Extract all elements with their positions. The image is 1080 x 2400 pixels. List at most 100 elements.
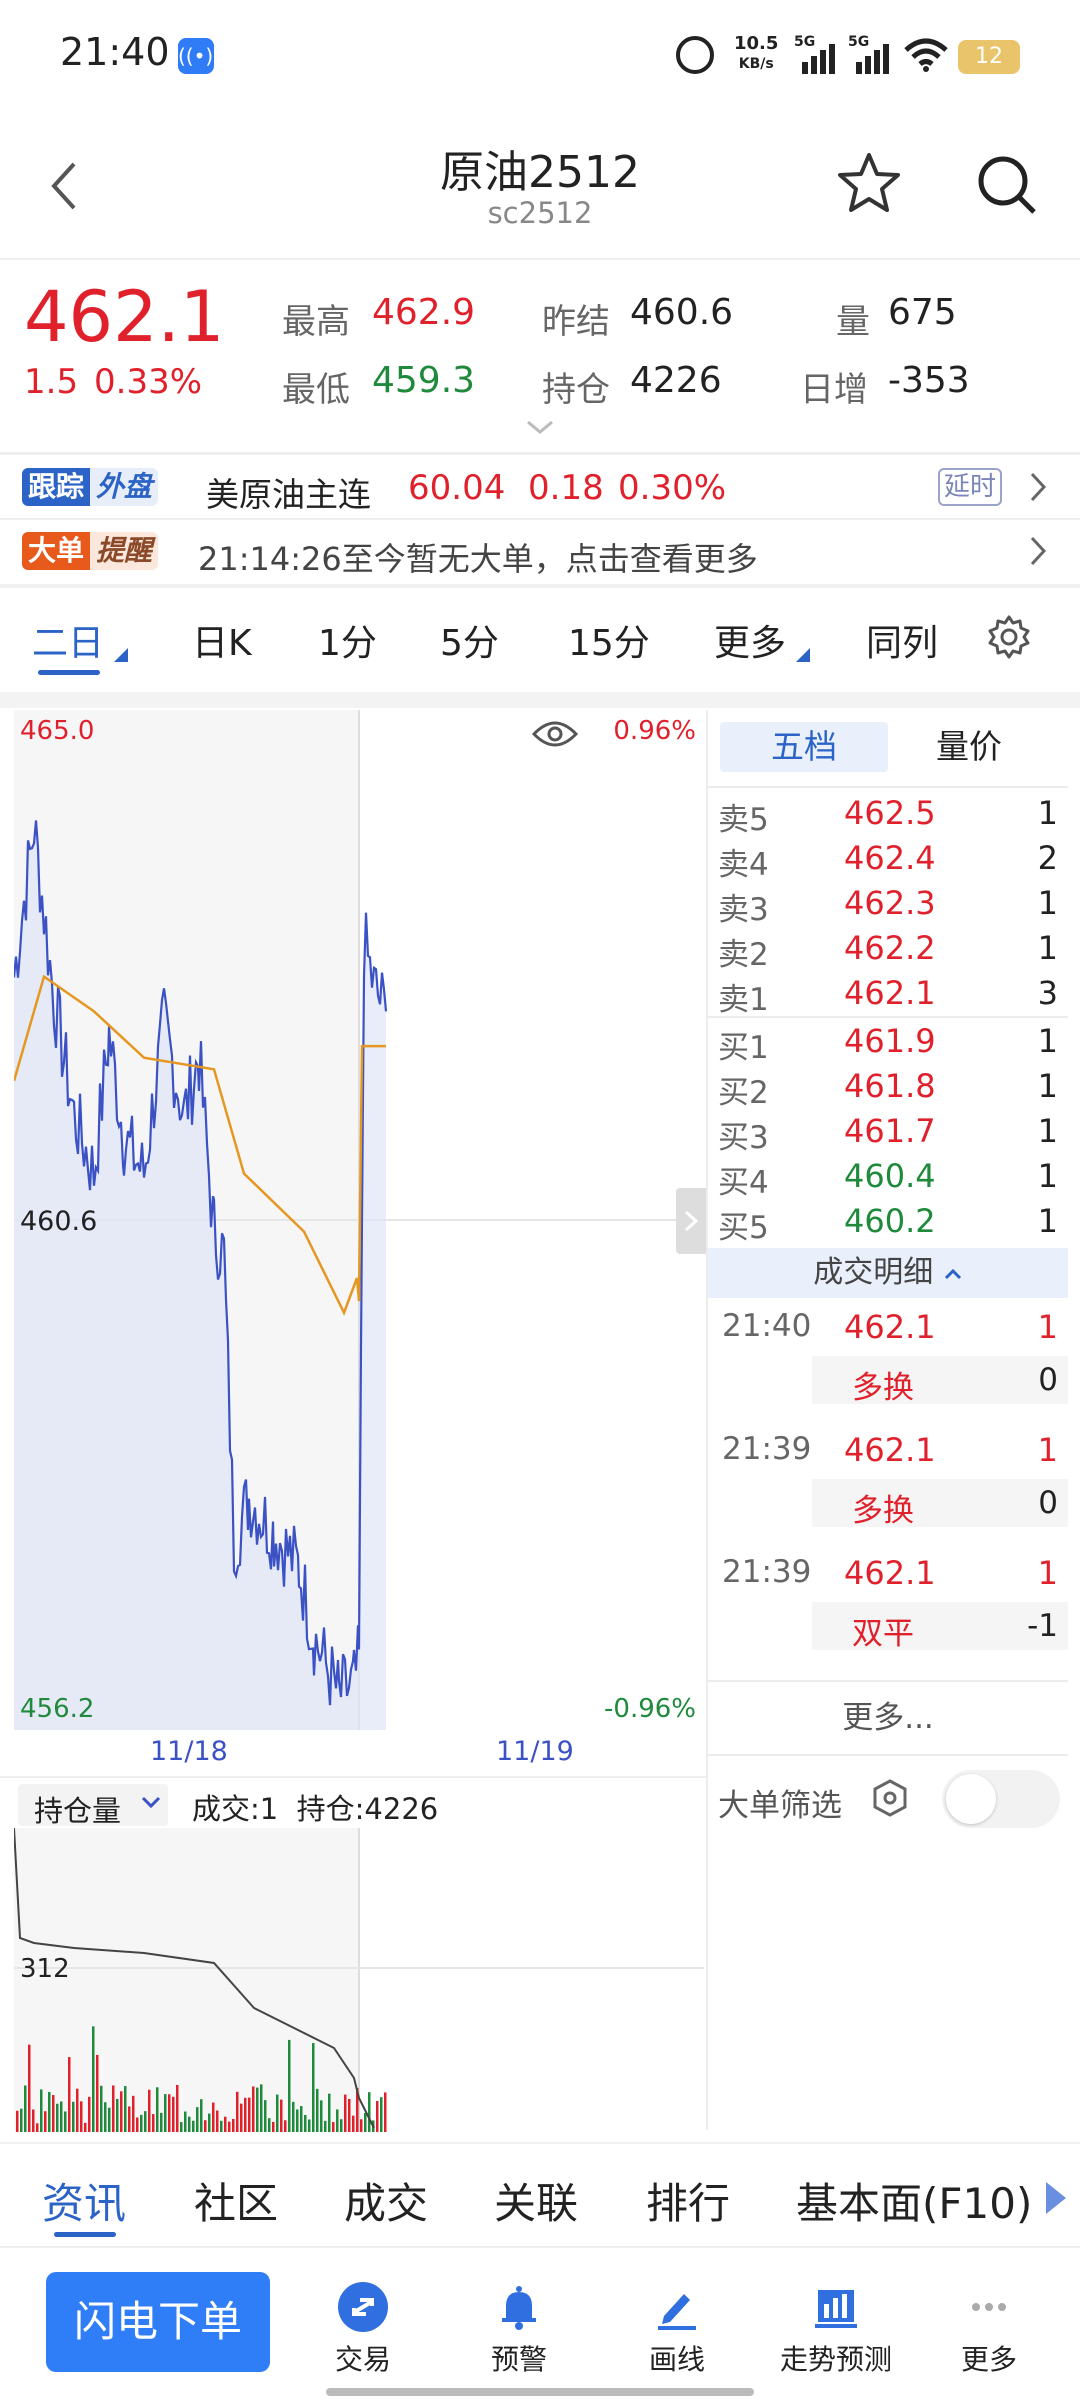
book-level-label: 买5 (718, 1210, 769, 1246)
flash-order-button[interactable]: 闪电下单 (46, 2272, 270, 2372)
more-trades-link[interactable]: 更多... (708, 1692, 1068, 1737)
volume-bar (336, 2109, 339, 2132)
book-level-label: 卖2 (718, 937, 769, 973)
trade-type: 多换 (852, 1493, 914, 1529)
tab-15min[interactable]: 15分 (568, 614, 650, 666)
volume-bar (292, 2101, 295, 2132)
volume-bar (96, 2054, 99, 2132)
book-level-label: 卖4 (718, 847, 769, 883)
star-icon[interactable] (836, 150, 902, 216)
trades-header[interactable]: 成交明细 (708, 1248, 1068, 1298)
volume-bar (204, 2120, 207, 2132)
order-book-row: 买2 461.8 1 (708, 1063, 1068, 1111)
volume-bar (84, 2122, 87, 2132)
tab-five-level[interactable]: 五档 (720, 722, 888, 772)
tab-1min[interactable]: 1分 (318, 614, 377, 666)
bottom-tabs: 资讯 社区 成交 关联 排行 基本面(F10) (0, 2146, 1080, 2246)
volume-bar (220, 2120, 223, 2132)
trade-oi-change: 0 (1038, 1362, 1058, 1398)
tab-compare[interactable]: 同列 (866, 614, 938, 666)
tab-more[interactable]: 更多 (714, 614, 810, 666)
gear-icon[interactable] (986, 614, 1032, 660)
tab-volume-price[interactable]: 量价 (936, 722, 1002, 772)
volume-bar (352, 2115, 355, 2132)
hotspot-icon: ((•)) (178, 38, 221, 74)
volume-bar (208, 2113, 211, 2132)
tab-community[interactable]: 社区 (194, 2170, 278, 2231)
volume-bar (320, 2100, 323, 2132)
book-volume: 2 (1037, 839, 1058, 877)
signal-icon-2: 5G (848, 34, 890, 74)
tab-5min[interactable]: 5分 (440, 614, 499, 666)
volume-bar (80, 2101, 83, 2132)
volume-bar (72, 2101, 75, 2132)
tab-trades[interactable]: 成交 (344, 2170, 428, 2231)
book-level-label: 卖1 (718, 982, 769, 1018)
volume-bar (340, 2119, 343, 2132)
volume-bar (188, 2116, 191, 2132)
more-dots-icon (964, 2282, 1014, 2332)
volume-bar (256, 2087, 259, 2132)
volume-bar (52, 2095, 55, 2132)
eye-icon[interactable] (532, 718, 578, 750)
scroll-right-triangle-icon[interactable] (1046, 2182, 1066, 2214)
book-level-label: 买4 (718, 1165, 769, 1201)
net-speed-unit: KB/s (738, 56, 774, 72)
low-label: 最低 (282, 370, 350, 410)
date-axis-label: 11/19 (496, 1736, 574, 1767)
volume-bar (288, 2039, 291, 2132)
draw-line-action[interactable]: 画线 (632, 2282, 722, 2382)
trade-action[interactable]: 交易 (318, 2282, 408, 2382)
tab-related[interactable]: 关联 (494, 2170, 578, 2231)
volume-bar (332, 2122, 335, 2132)
volume-bar (160, 2112, 163, 2132)
daily-increase-label: 日增 (800, 370, 868, 410)
volume-bar (364, 2112, 367, 2132)
trade-icon (338, 2282, 388, 2332)
prev-settle-value: 460.6 (630, 292, 734, 333)
volume-bar (168, 2094, 171, 2132)
tab-fundamentals[interactable]: 基本面(F10) (796, 2170, 1032, 2231)
volume-bar (164, 2094, 167, 2132)
book-volume: 1 (1037, 1202, 1058, 1240)
volume-bar (308, 2119, 311, 2132)
tab-two-day[interactable]: 二日 (32, 614, 128, 675)
volume-bar (32, 2109, 35, 2132)
trade-price: 462.1 (844, 1308, 936, 1346)
tab-daily-k[interactable]: 日K (192, 614, 252, 666)
big-order-toggle[interactable] (942, 1770, 1060, 1828)
volume-bar (228, 2121, 231, 2132)
big-order-alert-row[interactable]: 大单 提醒 21:14:26至今暂无大单，点击查看更多 (0, 522, 1080, 584)
volume-value: 675 (888, 292, 957, 333)
volume-bar (180, 2122, 183, 2132)
volume-bar (104, 2102, 107, 2132)
book-price: 460.2 (844, 1202, 936, 1240)
home-indicator (326, 2388, 754, 2396)
book-price: 462.1 (844, 974, 936, 1012)
volume-bar (28, 2044, 31, 2132)
sub-chart-selector[interactable]: 持仓量 (18, 1784, 168, 1828)
volume-bar (268, 2118, 271, 2132)
tab-ranking[interactable]: 排行 (646, 2170, 730, 2231)
volume-bar (376, 2100, 379, 2132)
book-price: 462.5 (844, 794, 936, 832)
trade-row: 21:40 462.1 1 多换 0 (708, 1304, 1068, 1427)
search-icon[interactable] (974, 152, 1040, 218)
trend-forecast-action[interactable]: 走势预测 (770, 2282, 902, 2382)
date-axis-label: 11/18 (150, 1736, 228, 1767)
intraday-chart[interactable]: 465.0 0.96% 460.6 456.2 -0.96% (14, 710, 706, 1730)
volume-bar (68, 2057, 71, 2132)
more-action[interactable]: 更多 (944, 2282, 1034, 2382)
low-value: 459.3 (372, 360, 476, 401)
expand-panel-handle[interactable] (676, 1188, 706, 1254)
expand-chevron-icon[interactable] (524, 418, 556, 438)
trade-time: 21:39 (722, 1677, 811, 1678)
alert-action[interactable]: 预警 (474, 2282, 564, 2382)
tab-news[interactable]: 资讯 (42, 2170, 126, 2237)
track-row[interactable]: 跟踪 外盘 美原油主连 60.04 0.18 0.30% 延时 (0, 456, 1080, 518)
volume-bar (144, 2111, 147, 2132)
back-icon[interactable] (44, 158, 84, 214)
volume-oi-chart[interactable]: 312 (14, 1828, 704, 2132)
delay-badge: 延时 (938, 468, 1003, 506)
trade-price: 462.1 (844, 1554, 936, 1592)
